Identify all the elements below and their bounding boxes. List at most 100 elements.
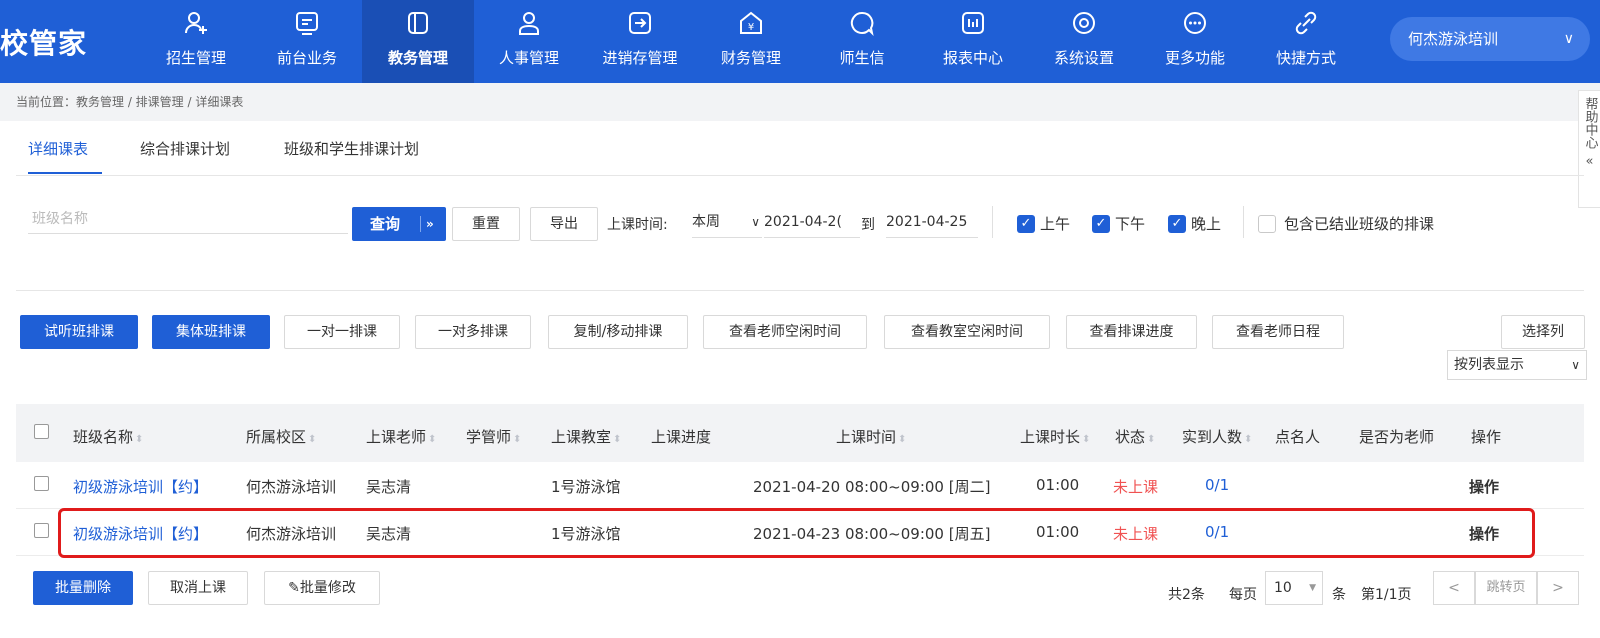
book-icon <box>408 12 428 34</box>
svg-text:¥: ¥ <box>748 22 754 33</box>
col-is-teacher: 是否为老师 <box>1359 428 1435 446</box>
prev-page-button[interactable]: < <box>1433 571 1475 605</box>
per-page-label: 每页 <box>1229 587 1257 603</box>
col-classroom[interactable]: 上课教室 ⬍ <box>551 426 621 447</box>
double-chevron-icon[interactable]: » <box>426 207 434 241</box>
more-icon <box>1184 12 1206 34</box>
room-free-time-button[interactable]: 查看教室空闲时间 <box>884 315 1050 349</box>
link-icon <box>1295 11 1317 35</box>
nav-item-settings[interactable]: 系统设置 <box>1028 0 1140 83</box>
col-attendance[interactable]: 实到人数 ⬍ <box>1182 426 1252 447</box>
nav-item-enrollment[interactable]: 招生管理 <box>140 0 252 83</box>
col-operation: 操作 <box>1471 428 1502 446</box>
sort-icon[interactable]: ⬍ <box>513 434 521 445</box>
sort-icon[interactable]: ⬍ <box>1082 434 1090 445</box>
copy-move-schedule-button[interactable]: 复制/移动排课 <box>548 315 688 349</box>
afternoon-checkbox[interactable]: ✓ <box>1092 215 1110 233</box>
class-name-link[interactable]: 初级游泳培训【约】 <box>73 476 208 497</box>
section-divider <box>16 290 1584 291</box>
tab-overall-plan[interactable]: 综合排课计划 <box>140 138 230 159</box>
tab-detail-schedule[interactable]: 详细课表 <box>28 138 88 159</box>
nav-item-finance[interactable]: ¥ 财务管理 <box>695 0 807 83</box>
schedule-progress-button[interactable]: 查看排课进度 <box>1066 315 1197 349</box>
teacher-agenda-button[interactable]: 查看老师日程 <box>1212 315 1344 349</box>
start-date-input[interactable]: 2021-04-2( <box>764 206 860 238</box>
nav-label: 招生管理 <box>165 49 226 67</box>
row-checkbox[interactable] <box>34 523 49 538</box>
time-range-value: 本周 <box>692 214 720 230</box>
row-checkbox[interactable] <box>34 476 49 491</box>
tab-class-student-plan[interactable]: 班级和学生排课计划 <box>284 138 419 159</box>
jump-page-input[interactable]: 跳转页 <box>1475 571 1537 605</box>
brand-logo: 校管家 <box>0 27 88 60</box>
next-page-button[interactable]: > <box>1537 571 1579 605</box>
col-class-time[interactable]: 上课时间 ⬍ <box>836 426 906 447</box>
include-closed-checkbox[interactable] <box>1258 215 1276 233</box>
one-to-many-schedule-button[interactable]: 一对多排课 <box>415 315 531 349</box>
end-date-input[interactable]: 2021-04-25 <box>886 206 978 238</box>
batch-edit-button[interactable]: ✎批量修改 <box>264 571 380 605</box>
trial-class-schedule-button[interactable]: 试听班排课 <box>20 315 138 349</box>
col-label: 学管师 <box>466 428 512 446</box>
teacher-free-time-button[interactable]: 查看老师空闲时间 <box>703 315 867 349</box>
col-duration[interactable]: 上课时长 ⬍ <box>1020 426 1090 447</box>
person-icon <box>519 12 539 35</box>
sort-icon[interactable]: ⬍ <box>898 434 906 445</box>
time-range-select[interactable]: 本周 ∨ <box>692 206 762 238</box>
attendance-link[interactable]: 0/1 <box>1205 476 1229 494</box>
batch-edit-label: 批量修改 <box>299 580 356 596</box>
sort-icon[interactable]: ⬍ <box>428 434 436 445</box>
sort-icon[interactable]: ⬍ <box>613 434 621 445</box>
col-status[interactable]: 状态 ⬍ <box>1115 426 1155 447</box>
nav-label: 人事管理 <box>498 49 559 67</box>
per-page-select[interactable]: 10 ▼ <box>1265 571 1323 605</box>
nav-item-inventory[interactable]: 进销存管理 <box>584 0 696 83</box>
select-all-checkbox[interactable] <box>34 424 49 439</box>
help-center-tab[interactable]: 帮助中心 « <box>1578 90 1600 208</box>
col-teacher[interactable]: 上课老师 ⬍ <box>366 426 436 447</box>
col-label: 上课时长 <box>1020 428 1081 446</box>
total-count: 共2条 <box>1168 587 1205 603</box>
evening-checkbox[interactable]: ✓ <box>1168 215 1186 233</box>
nav-label: 更多功能 <box>1164 49 1225 67</box>
chat-icon <box>850 11 874 36</box>
nav-item-academic[interactable]: 教务管理 <box>362 0 474 83</box>
col-label: 上课教室 <box>551 428 612 446</box>
export-button[interactable]: 导出 <box>530 207 598 241</box>
sort-icon[interactable]: ⬍ <box>1244 434 1252 445</box>
campus-cell: 何杰游泳培训 <box>246 478 337 496</box>
nav-item-shortcuts[interactable]: 快捷方式 <box>1250 0 1362 83</box>
group-class-schedule-button[interactable]: 集体班排课 <box>152 315 270 349</box>
nav-label: 报表中心 <box>942 49 1003 67</box>
col-class-name[interactable]: 班级名称 ⬍ <box>73 426 143 447</box>
col-label: 上课老师 <box>366 428 427 446</box>
filter-divider <box>1243 206 1244 238</box>
select-columns-button[interactable]: 选择列 <box>1501 315 1585 349</box>
morning-checkbox[interactable]: ✓ <box>1017 215 1035 233</box>
nav-item-reports[interactable]: 报表中心 <box>917 0 1029 83</box>
sort-icon[interactable]: ⬍ <box>308 434 316 445</box>
campus-selector[interactable]: 何杰游泳培训 ∨ <box>1390 17 1590 61</box>
nav-label: 教务管理 <box>387 49 448 67</box>
settings-icon <box>1073 12 1095 34</box>
col-academic-advisor[interactable]: 学管师 ⬍ <box>466 426 521 447</box>
nav-item-more[interactable]: 更多功能 <box>1139 0 1251 83</box>
classroom-cell: 1号游泳馆 <box>551 478 621 496</box>
one-to-one-schedule-button[interactable]: 一对一排课 <box>284 315 400 349</box>
col-campus[interactable]: 所属校区 ⬍ <box>246 426 316 447</box>
batch-delete-button[interactable]: 批量删除 <box>33 571 133 605</box>
operation-menu[interactable]: 操作 <box>1469 476 1499 497</box>
class-name-input[interactable] <box>28 204 348 234</box>
view-mode-select[interactable]: 按列表显示 ∨ <box>1447 350 1587 380</box>
cancel-class-button[interactable]: 取消上课 <box>148 571 248 605</box>
nav-item-front-desk[interactable]: 前台业务 <box>251 0 363 83</box>
per-page-value: 10 <box>1274 580 1292 596</box>
sort-icon[interactable]: ⬍ <box>1147 434 1155 445</box>
sort-icon[interactable]: ⬍ <box>135 434 143 445</box>
reset-button[interactable]: 重置 <box>452 207 520 241</box>
view-mode-value: 按列表显示 <box>1454 357 1524 373</box>
nav-item-messages[interactable]: 师生信 <box>806 0 918 83</box>
query-button[interactable]: 查询 » <box>352 207 446 241</box>
nav-item-hr[interactable]: 人事管理 <box>473 0 585 83</box>
query-divider <box>420 216 421 232</box>
